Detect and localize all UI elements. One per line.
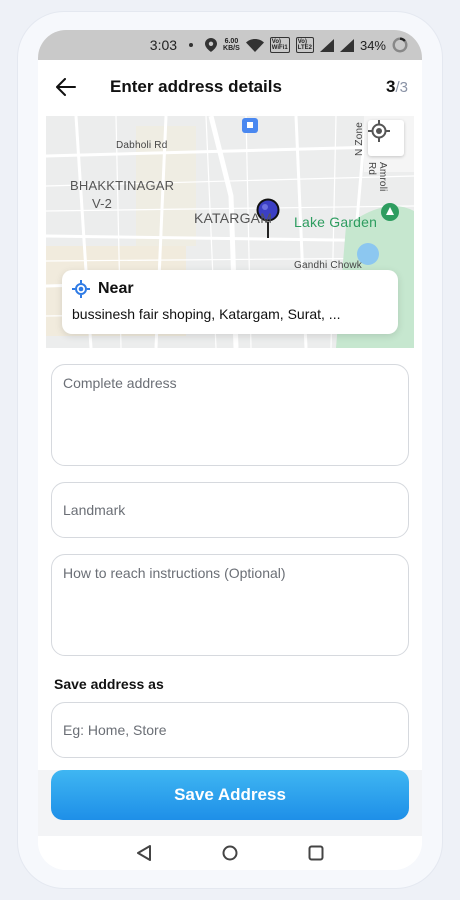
system-nav-bar — [38, 836, 422, 870]
step-total: /3 — [395, 79, 408, 96]
volte-lte-badge: Vo) LTE2 — [295, 37, 314, 53]
notification-dot-icon — [189, 43, 194, 47]
app-screen: 3:03 6.00 KB/S Vo) WiFi1 Vo) LTE2 34% En… — [38, 30, 422, 870]
volte-wifi-badge: Vo) WiFi1 — [269, 37, 290, 53]
near-title: Near — [98, 280, 134, 297]
near-location-card: Near bussinesh fair shoping, Katargam, S… — [62, 270, 398, 334]
nav-home-icon[interactable] — [222, 845, 238, 861]
map-label-amroli-rd: Amroli Rd — [366, 162, 388, 192]
page-title: Enter address details — [110, 77, 282, 96]
map-label-lake-garden: Lake Garden — [294, 214, 378, 230]
map-label-bhakti-v2: V-2 — [92, 196, 113, 211]
battery-icon — [392, 37, 408, 53]
signal-icon-2 — [339, 38, 354, 52]
complete-address-field[interactable] — [51, 364, 409, 466]
map-label-n-zone: N Zone — [354, 122, 365, 156]
near-address: bussinesh fair shoping, Katargam, Surat,… — [72, 306, 341, 322]
crosshair-icon — [368, 120, 390, 142]
map-label-bhakti: BHAKKTINAGAR — [70, 178, 175, 193]
signal-icon-1 — [319, 38, 334, 52]
nav-back-icon[interactable] — [136, 845, 152, 861]
save-as-label: Save address as — [54, 676, 164, 692]
gps-target-icon — [72, 280, 90, 298]
battery-percent: 34% — [359, 37, 386, 53]
wifi-icon — [245, 38, 264, 52]
map-label-katargam: KATARGAM — [194, 210, 273, 226]
network-speed: 6.00 KB/S — [223, 38, 240, 52]
landmark-field[interactable] — [51, 482, 409, 538]
status-bar: 3:03 6.00 KB/S Vo) WiFi1 Vo) LTE2 34% — [38, 30, 422, 60]
location-icon — [205, 38, 218, 52]
nav-recents-icon[interactable] — [308, 845, 324, 861]
status-time: 3:03 — [149, 37, 178, 53]
map-label-dabholi: Dabholi Rd — [116, 140, 168, 151]
back-button[interactable] — [52, 73, 80, 101]
my-location-button[interactable] — [368, 120, 404, 156]
step-indicator: 3/3 — [386, 77, 408, 97]
app-header: Enter address details 3/3 — [38, 60, 422, 114]
arrow-left-icon — [56, 78, 76, 96]
save-as-field[interactable] — [51, 702, 409, 758]
instructions-field[interactable] — [51, 554, 409, 656]
save-address-button[interactable]: Save Address — [51, 770, 409, 820]
